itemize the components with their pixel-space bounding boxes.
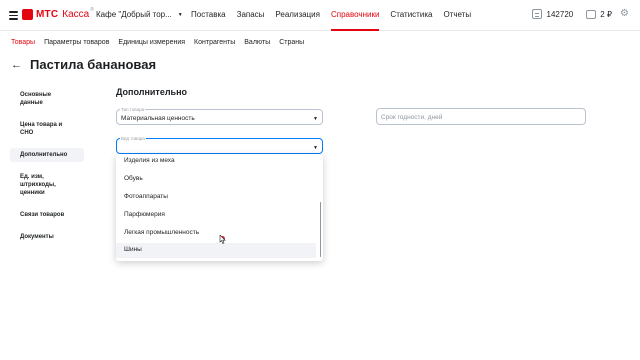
side-menu: Основные данные Цена товара и СНО Дополн… <box>10 88 84 252</box>
chevron-down-icon: ▼ <box>313 116 318 122</box>
option-light-industry[interactable]: Легкая промышленность <box>116 226 316 239</box>
product-kind-select[interactable]: Вид товара ▼ <box>116 136 323 154</box>
store-selector[interactable]: Кафе "Добрый тор... ▼ <box>96 10 183 19</box>
chevron-down-icon: ▼ <box>177 11 183 18</box>
arrow-left-icon[interactable]: ← <box>11 59 22 71</box>
option-perfume[interactable]: Парфюмерия <box>116 208 316 221</box>
burger-icon[interactable] <box>9 11 18 20</box>
product-kind-dropdown[interactable]: Изделия из меха Обувь Фотоаппараты Парфю… <box>116 154 323 261</box>
chevron-down-icon: ▼ <box>313 145 318 151</box>
subnav-countries[interactable]: Страны <box>279 39 304 48</box>
gear-icon[interactable]: ⚙ <box>620 9 630 19</box>
product-kind-label: Вид товара <box>120 136 146 141</box>
subnav-product-params[interactable]: Параметры товаров <box>44 39 109 48</box>
wallet-icon <box>586 9 597 19</box>
option-shoes[interactable]: Обувь <box>116 172 316 185</box>
option-cameras[interactable]: Фотоаппараты <box>116 190 316 203</box>
logo-brand: МТС <box>36 9 59 20</box>
sidemenu-additional[interactable]: Дополнительно <box>10 148 84 162</box>
main-nav: Поставка Запасы Реализация Справочники С… <box>191 0 482 31</box>
option-tires[interactable]: Шины <box>116 243 316 258</box>
sidemenu-main-data[interactable]: Основные данные <box>10 88 84 110</box>
section-title: Дополнительно <box>116 87 188 97</box>
logo-product: Касса <box>62 9 90 20</box>
subnav-units[interactable]: Единицы измерения <box>118 39 185 48</box>
store-name: Кафе "Добрый тор... <box>96 10 172 19</box>
subnav-counterparties[interactable]: Контрагенты <box>194 39 235 48</box>
sidemenu-relations[interactable]: Связи товаров <box>10 208 84 222</box>
mts-logo-icon <box>22 9 33 20</box>
product-type-value: Материальная ценность <box>121 115 195 122</box>
nav-statistics[interactable]: Статистика <box>390 0 432 31</box>
nav-directories[interactable]: Справочники <box>330 0 380 31</box>
dropdown-scrollbar[interactable] <box>319 202 321 257</box>
nav-reports[interactable]: Отчеты <box>443 0 471 31</box>
nav-stock[interactable]: Запасы <box>237 0 265 31</box>
product-type-label: Тип товара <box>120 107 146 112</box>
header-tools: 142720 2 ₽ ⚙ <box>531 9 630 19</box>
shelf-life-placeholder: Срок годности, дней <box>381 114 443 121</box>
logo[interactable]: МТС Касса ® <box>22 6 94 20</box>
title-row: ← Пастила банановая <box>11 57 156 72</box>
sub-nav: Товары Параметры товаров Единицы измерен… <box>11 39 313 48</box>
top-bar: МТС Касса ® Кафе "Добрый тор... ▼ Постав… <box>0 0 640 31</box>
product-type-select[interactable]: Тип товара Материальная ценность ▼ <box>116 107 323 125</box>
option-fur[interactable]: Изделия из меха <box>116 154 316 167</box>
page-title: Пастила банановая <box>30 57 157 72</box>
sidemenu-units-barcodes[interactable]: Ед. изм, штрихкоды, ценники <box>10 170 84 200</box>
subnav-products[interactable]: Товары <box>11 39 35 48</box>
subnav-currencies[interactable]: Валюты <box>244 39 270 48</box>
logo-trademark: ® <box>90 6 94 13</box>
nav-sales[interactable]: Реализация <box>275 0 320 31</box>
balance-value[interactable]: 142720 <box>547 10 574 19</box>
money-value[interactable]: 2 ₽ <box>600 10 612 19</box>
shelf-life-input[interactable]: Срок годности, дней <box>376 108 586 125</box>
pointer-cursor-icon <box>219 235 226 244</box>
sidemenu-price[interactable]: Цена товара и СНО <box>10 118 84 140</box>
sidemenu-documents[interactable]: Документы <box>10 230 84 244</box>
nav-supply[interactable]: Поставка <box>191 0 226 31</box>
counter-icon <box>531 9 542 19</box>
